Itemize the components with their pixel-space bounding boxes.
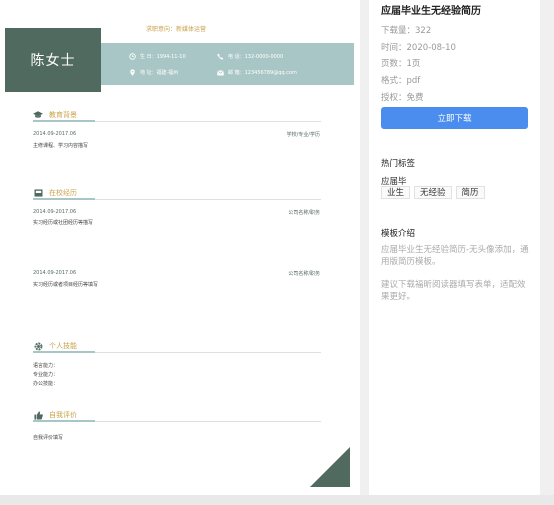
skill-office: 办公技能：	[33, 381, 59, 387]
hot-tags-heading: 热门标签	[381, 159, 416, 169]
campus-entry-1-company: 公司名称/职务	[288, 210, 320, 216]
template-title: 应届毕业生无经验简历	[381, 6, 481, 17]
envelope-icon	[217, 69, 224, 76]
campus-title: 在校经历	[49, 189, 77, 197]
education-courses: 主修课程、学习内容描写	[33, 143, 89, 149]
birth-info: 生 日：1994-11-10	[129, 53, 186, 60]
address-info: 地 址：福建·福州	[129, 69, 178, 76]
clock-icon	[129, 53, 136, 60]
graduation-cap-icon	[33, 110, 43, 120]
skills-title: 个人技能	[49, 342, 77, 350]
evaluation-text: 自我评价填写	[33, 435, 64, 441]
tag-list: 业生 无经验 简历	[381, 186, 485, 199]
phone-icon	[217, 53, 224, 60]
email-info: 邮 箱：123456789@qq.com	[217, 69, 297, 76]
download-button[interactable]: 立即下载	[381, 107, 528, 129]
download-count: 下载量：322	[381, 26, 432, 36]
location-pin-icon	[129, 69, 136, 76]
birth-text: 生 日：1994-11-10	[140, 54, 186, 60]
page-count: 页数：1页	[381, 59, 421, 69]
education-date: 2014.09-2017.06	[33, 131, 77, 137]
skills-heading: 个人技能	[33, 341, 77, 351]
gear-icon	[33, 341, 43, 351]
campus-heading: 在校经历	[33, 188, 77, 198]
evaluation-divider	[33, 420, 321, 422]
email-text: 邮 箱：123456789@qq.com	[228, 70, 297, 76]
campus-entry-2-date: 2014.09-2017.06	[33, 270, 77, 276]
phone-text: 电 话：132-0000-0000	[228, 54, 284, 60]
evaluation-heading: 自我评价	[33, 410, 77, 420]
skill-professional: 专业能力：	[33, 372, 59, 378]
campus-divider	[33, 198, 321, 200]
template-intro-heading: 模板介绍	[381, 229, 416, 239]
inbox-icon	[33, 188, 43, 198]
resume-preview: 求职意向：新媒体运营 陈女士 生 日：1994-11-10 电 话：132-00…	[0, 0, 360, 495]
education-school: 学校/专业/学历	[286, 132, 320, 138]
license: 授权：免费	[381, 93, 424, 103]
education-title: 教育背景	[49, 111, 77, 119]
campus-entry-2-text: 实习经历或者项目经历等填写	[33, 282, 99, 288]
tag-resume[interactable]: 简历	[455, 186, 485, 199]
template-description: 应届毕业生无经验简历-无头像添加，通用版简历模板。	[381, 245, 529, 267]
skill-language: 语言能力：	[33, 363, 59, 369]
phone-info: 电 话：132-0000-0000	[217, 53, 283, 60]
corner-decoration	[310, 447, 350, 487]
page-bottom-strip	[0, 495, 554, 505]
tag-no-experience[interactable]: 无经验	[414, 186, 452, 199]
template-tip: 建议下载福昕阅读器填写表单，适配效果更好。	[381, 280, 526, 302]
evaluation-title: 自我评价	[49, 411, 77, 419]
education-heading: 教育背景	[33, 110, 77, 120]
campus-entry-2-company: 公司名称/职务	[288, 271, 320, 277]
detail-sidebar: 应届毕业生无经验简历 下载量：322 时间：2020-08-10 页数：1页 格…	[369, 0, 540, 495]
thumbs-up-icon	[33, 410, 43, 420]
job-intent: 求职意向：新媒体运营	[146, 26, 207, 33]
campus-entry-1-text: 实习经历或社团经历等描写	[33, 220, 94, 226]
contact-band: 生 日：1994-11-10 电 话：132-0000-0000 地 址：福建·…	[101, 43, 354, 85]
upload-time: 时间：2020-08-10	[381, 43, 456, 53]
education-divider	[33, 120, 321, 122]
skills-divider	[33, 351, 321, 353]
resume-name: 陈女士	[5, 28, 101, 92]
tag-graduate[interactable]: 业生	[381, 186, 411, 199]
campus-entry-1-date: 2014.09-2017.06	[33, 209, 77, 215]
file-format: 格式：pdf	[381, 76, 421, 86]
address-text: 地 址：福建·福州	[140, 70, 179, 76]
